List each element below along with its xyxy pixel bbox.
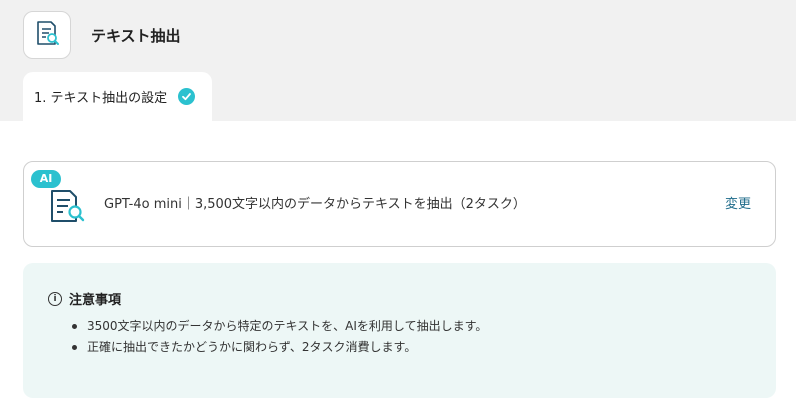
notice-title: 注意事項: [69, 293, 122, 308]
tab-label: 1. テキスト抽出の設定: [34, 91, 168, 106]
list-item: 正確に抽出できたかどうかに関わらず、2タスク消費します。: [71, 337, 487, 358]
document-search-icon: [48, 185, 88, 229]
change-button[interactable]: 変更: [725, 195, 751, 215]
notice-header: i 注意事項: [48, 289, 121, 308]
app-icon-tile: [23, 11, 71, 59]
page-title: テキスト抽出: [91, 27, 181, 45]
list-item: 3500文字以内のデータから特定のテキストを、AIを利用して抽出します。: [71, 316, 487, 337]
check-circle-icon: [178, 88, 196, 105]
document-search-icon: [33, 19, 61, 51]
action-description: GPT-4o mini｜3,500文字以内のデータからテキストを抽出（2タスク）: [104, 197, 526, 212]
info-icon: i: [48, 291, 62, 306]
action-card: AI GPT-4o mini｜3,500文字以内のデータからテキストを抽出（2タ…: [23, 161, 776, 247]
notice-box: i 注意事項 3500文字以内のデータから特定のテキストを、AIを利用して抽出し…: [23, 263, 776, 398]
tab-text-extraction-settings[interactable]: 1. テキスト抽出の設定: [23, 72, 212, 121]
notice-list: 3500文字以内のデータから特定のテキストを、AIを利用して抽出します。 正確に…: [71, 316, 487, 358]
